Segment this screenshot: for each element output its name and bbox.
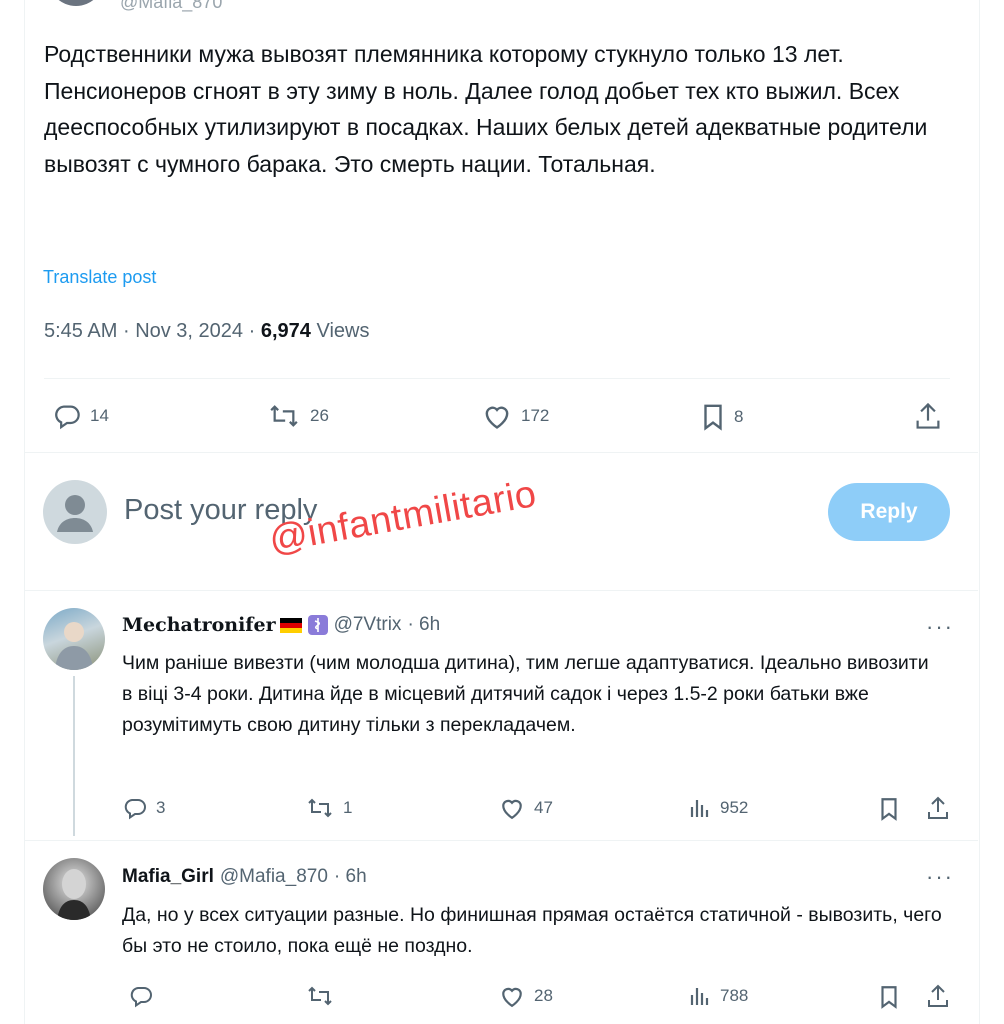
views-count: 6,974 bbox=[260, 320, 311, 342]
comment-views-count: 952 bbox=[720, 798, 749, 817]
comment-views-count: 788 bbox=[720, 986, 749, 1005]
like-action[interactable]: 172 bbox=[481, 402, 549, 430]
default-avatar bbox=[43, 480, 107, 544]
default-avatar-icon bbox=[57, 495, 93, 532]
comment-like-count: 47 bbox=[534, 798, 553, 817]
repost-icon bbox=[308, 986, 332, 1006]
comment-views-action[interactable]: 788 bbox=[688, 984, 748, 1008]
commenter-name[interactable]: Mechatronifer bbox=[122, 614, 276, 636]
meta-separator: · bbox=[248, 320, 256, 342]
repost-action[interactable]: 26 bbox=[266, 402, 329, 430]
like-icon bbox=[502, 987, 522, 1008]
person-photo bbox=[55, 622, 93, 670]
divider bbox=[25, 590, 978, 591]
bookmark-action[interactable]: 8 bbox=[700, 402, 743, 432]
views-label: Views bbox=[316, 320, 370, 342]
commenter-handle[interactable]: @Mafia_870 bbox=[220, 866, 328, 888]
divider bbox=[44, 378, 950, 379]
like-icon bbox=[485, 406, 509, 429]
meta-separator: · bbox=[122, 320, 130, 342]
comment-time[interactable]: · 6h bbox=[407, 614, 440, 636]
post-text: Родственники мужа вывозят племянника кот… bbox=[44, 36, 954, 182]
comment-time[interactable]: · 6h bbox=[334, 866, 367, 888]
comment-like-count: 28 bbox=[534, 986, 553, 1005]
reply-icon bbox=[55, 405, 80, 430]
german-flag-icon bbox=[279, 617, 302, 633]
comment-reply-count: 3 bbox=[156, 798, 166, 817]
commenter-avatar[interactable] bbox=[43, 858, 105, 920]
share-icon bbox=[928, 796, 948, 819]
comment-bookmark-action[interactable] bbox=[878, 984, 900, 1010]
more-icon[interactable]: ··· bbox=[926, 864, 954, 890]
aesculapius-badge-icon bbox=[307, 615, 328, 635]
bookmark-icon bbox=[704, 404, 722, 431]
post-time[interactable]: 5:45 AM bbox=[44, 320, 117, 342]
comment-like-action[interactable]: 47 bbox=[498, 796, 553, 820]
comment-views-action[interactable]: 952 bbox=[688, 796, 748, 820]
comment-text: Чим раніше вивезти (чим молодша дитина),… bbox=[122, 652, 929, 736]
person-photo bbox=[57, 869, 91, 920]
comment-bookmark-action[interactable] bbox=[878, 796, 900, 822]
reply-action[interactable]: 14 bbox=[52, 402, 109, 430]
comment-text: Да, но у всех ситуации разные. Но финишн… bbox=[122, 904, 942, 957]
post-date[interactable]: Nov 3, 2024 bbox=[135, 320, 243, 342]
repost-icon bbox=[270, 405, 298, 427]
bookmark-icon bbox=[881, 798, 897, 821]
repost-icon bbox=[308, 798, 332, 818]
post-meta: 5:45 AM · Nov 3, 2024 · 6,974 Views bbox=[44, 320, 369, 343]
commenter-handle[interactable]: @7Vtrix bbox=[334, 614, 402, 636]
commenter-avatar[interactable] bbox=[43, 608, 105, 670]
thread-line bbox=[73, 676, 75, 836]
comment-repost-action[interactable] bbox=[305, 984, 335, 1008]
comment-header: Mafia_Girl @Mafia_870 · 6h bbox=[122, 866, 367, 888]
reply-icon bbox=[130, 987, 152, 1008]
reply-count: 14 bbox=[90, 406, 109, 425]
comment-share-action[interactable] bbox=[926, 795, 950, 821]
repost-count: 26 bbox=[310, 406, 329, 425]
comment-like-action[interactable]: 28 bbox=[498, 984, 553, 1008]
reply-button[interactable]: Reply bbox=[828, 483, 950, 541]
like-icon bbox=[502, 799, 522, 820]
views-icon bbox=[690, 988, 709, 1005]
bookmark-icon bbox=[881, 986, 897, 1009]
bookmark-count: 8 bbox=[734, 407, 744, 426]
share-icon bbox=[916, 402, 940, 429]
share-icon bbox=[928, 984, 948, 1007]
comment-header: Mechatronifer @7Vtrix · 6h bbox=[122, 614, 440, 636]
commenter-name[interactable]: Mafia_Girl bbox=[122, 866, 214, 888]
author-handle[interactable]: @Mafia_870 bbox=[120, 0, 222, 13]
share-action[interactable] bbox=[914, 401, 942, 431]
divider bbox=[25, 840, 978, 841]
more-icon[interactable]: ··· bbox=[926, 614, 954, 640]
like-count: 172 bbox=[521, 406, 550, 425]
comment-repost-count: 1 bbox=[343, 798, 353, 817]
comment-repost-action[interactable]: 1 bbox=[305, 796, 352, 820]
comment-reply-action[interactable] bbox=[128, 984, 154, 1008]
translate-post-link[interactable]: Translate post bbox=[43, 267, 156, 288]
divider bbox=[25, 452, 978, 453]
post-paragraph-2: Пенсионеров сгноят в эту зиму в ноль. Да… bbox=[44, 77, 928, 177]
comment-reply-action[interactable]: 3 bbox=[122, 796, 165, 820]
post-paragraph-1: Родственники мужа вывозят племянника кот… bbox=[44, 41, 844, 67]
reply-icon bbox=[124, 799, 146, 820]
views-icon bbox=[690, 800, 709, 817]
comment-share-action[interactable] bbox=[926, 983, 950, 1009]
